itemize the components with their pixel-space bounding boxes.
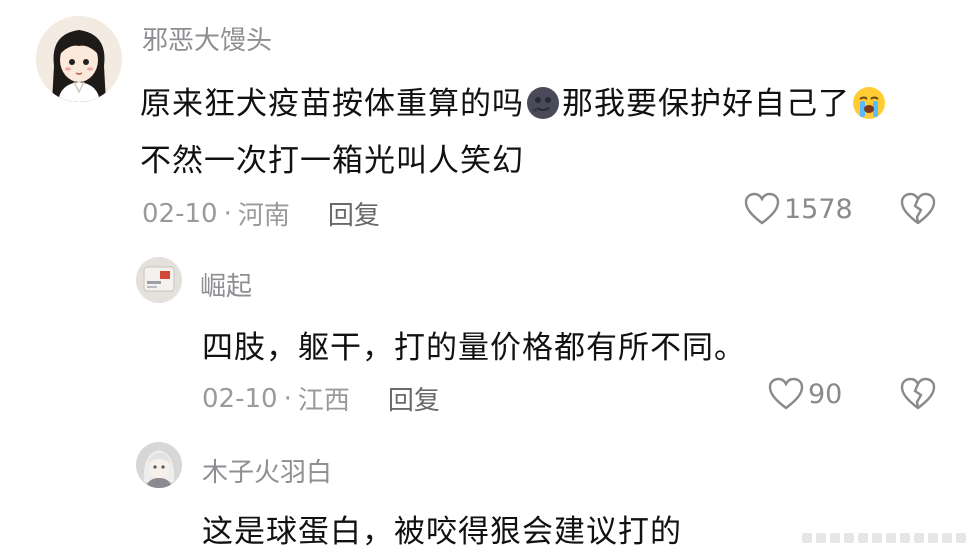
like-count: 90 <box>808 378 843 410</box>
comment-location: 河南 <box>237 201 290 231</box>
new-moon-face-icon <box>526 86 560 128</box>
comment-date: 02-10 <box>142 198 218 229</box>
broken-heart-icon <box>900 192 936 225</box>
comment-text-part: 原来狂犬疫苗按体重算的吗 <box>140 86 524 122</box>
avatar[interactable] <box>36 16 122 102</box>
meta-separator: · <box>283 383 292 414</box>
comment-text-line: 不然一次打一箱光叫人笑幻 <box>140 143 524 179</box>
heart-icon <box>768 377 804 410</box>
comment-text: 原来狂犬疫苗按体重算的吗 那我要保护好自己了 <box>140 78 888 128</box>
avatar-photo-icon <box>136 257 182 303</box>
comment-text-part: 那我要保护好自己了 <box>562 86 850 122</box>
comment-text: 四肢，躯干，打的量价格都有所不同。 <box>202 330 746 366</box>
heart-icon <box>744 192 780 225</box>
username[interactable]: 邪恶大馒头 <box>142 20 272 57</box>
meta-separator: · <box>223 198 232 229</box>
like-count: 1578 <box>784 193 853 225</box>
avatar[interactable] <box>136 257 182 303</box>
avatar-anime-icon <box>136 442 182 488</box>
username[interactable]: 崛起 <box>200 266 252 303</box>
avatar-girl-illustration-icon <box>36 16 122 102</box>
reply-button[interactable]: 回复 <box>388 380 440 417</box>
comment-text: 这是球蛋白，被咬得狠会建议打的 <box>202 514 682 550</box>
reply-button[interactable]: 回复 <box>328 195 380 232</box>
like-button[interactable]: 1578 <box>744 192 853 226</box>
like-button[interactable]: 90 <box>768 377 842 411</box>
broken-heart-icon <box>900 377 936 410</box>
comment-date: 02-10 <box>202 383 278 414</box>
dislike-button[interactable] <box>900 192 936 230</box>
comment-meta: 02-10 · 河南 回复 <box>142 195 380 232</box>
watermark <box>802 529 972 547</box>
username[interactable]: 木子火羽白 <box>202 452 332 489</box>
comment-location: 江西 <box>297 386 350 416</box>
comment-meta: 02-10 · 江西 回复 <box>202 380 440 417</box>
loudly-crying-face-icon <box>852 86 886 128</box>
dislike-button[interactable] <box>900 377 936 415</box>
avatar[interactable] <box>136 442 182 488</box>
